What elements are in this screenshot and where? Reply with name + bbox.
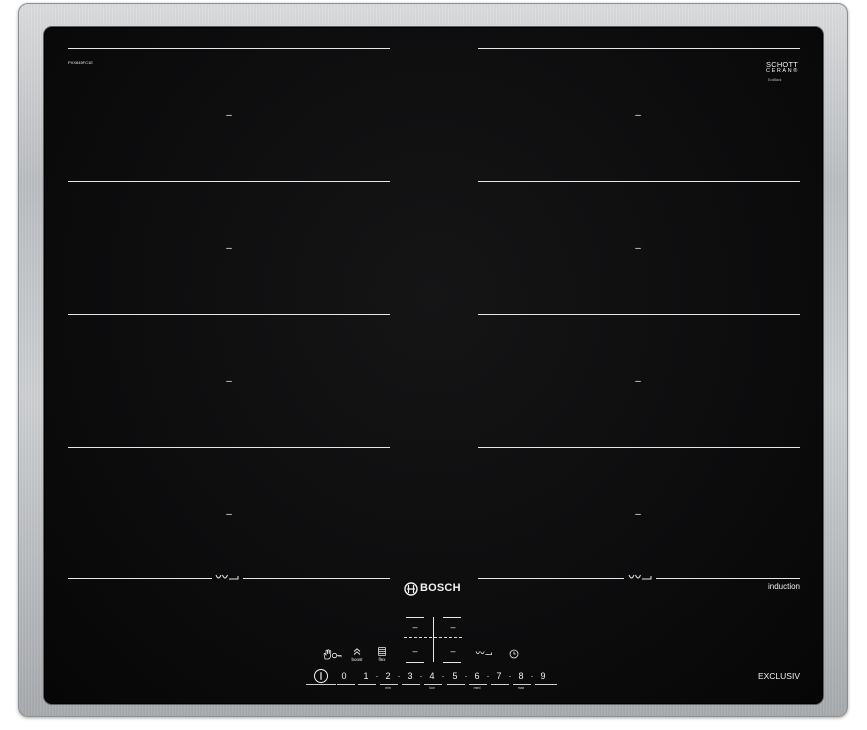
- flex-label: flex: [378, 657, 386, 662]
- cooking-zone-right-1[interactable]: –: [478, 48, 800, 181]
- zone-bottom-line: [243, 578, 390, 579]
- level-separator: ·: [508, 671, 512, 681]
- cooking-zone-right-4[interactable]: –: [478, 447, 800, 580]
- level-7-button[interactable]: 7: [494, 671, 504, 681]
- cooking-zone-left-1[interactable]: –: [68, 48, 390, 181]
- bosch-logo-icon: [404, 582, 418, 596]
- level-mark-2: min: [385, 686, 391, 690]
- level-0-button[interactable]: 0: [339, 671, 349, 681]
- slider-segment: [535, 684, 557, 685]
- zone-marker: –: [226, 509, 232, 520]
- boost-icon[interactable]: [353, 648, 361, 655]
- frying-sensor-icon[interactable]: [475, 651, 492, 657]
- level-2-button[interactable]: 2: [383, 671, 393, 681]
- level-5-button[interactable]: 5: [450, 671, 460, 681]
- display-segment-line: [406, 662, 424, 663]
- cooking-zone-right-3[interactable]: –: [478, 314, 800, 447]
- level-8-button[interactable]: 8: [516, 671, 526, 681]
- level-3-button[interactable]: 3: [405, 671, 415, 681]
- cooktop-photo: PXX645FC1E SCHOTT CERAN® EcoBlack – – – …: [0, 0, 867, 730]
- zone-line: [68, 314, 390, 315]
- series-label: EXCLUSIV: [757, 671, 800, 681]
- power-icon[interactable]: [313, 668, 329, 684]
- zone-line: [68, 447, 390, 448]
- cooking-zone-left-2[interactable]: –: [68, 181, 390, 314]
- technology-label: induction: [767, 582, 800, 591]
- zone-bottom-line: [68, 578, 212, 579]
- power-level-display: – – – –: [404, 617, 462, 663]
- slider-segment: [491, 684, 509, 685]
- pan-size-icon: [628, 574, 652, 580]
- level-separator: ·: [375, 671, 379, 681]
- zone-marker: –: [635, 509, 641, 520]
- slider-segment: [513, 684, 531, 685]
- cooking-zone-left-3[interactable]: –: [68, 314, 390, 447]
- zone-marker: –: [226, 110, 232, 121]
- level-mark-6: med: [473, 686, 481, 690]
- level-separator: ·: [530, 671, 534, 681]
- zone-bottom-line: [656, 578, 800, 579]
- slider-segment: [380, 684, 398, 685]
- slider-segment: [358, 684, 376, 685]
- slider-segment: [337, 684, 355, 685]
- zone-marker: –: [226, 243, 232, 254]
- zone-marker: –: [226, 376, 232, 387]
- slider-segment: [469, 684, 487, 685]
- cooking-zone-left-4[interactable]: –: [68, 447, 390, 580]
- level-separator: ·: [419, 671, 423, 681]
- zone-marker: –: [635, 110, 641, 121]
- boost-label: boost: [351, 657, 363, 662]
- wipe-protection-icon[interactable]: [323, 649, 343, 660]
- level-mark-4: low: [429, 686, 435, 690]
- brand-wordmark: BOSCH: [420, 582, 461, 594]
- pan-size-icon: [215, 574, 239, 580]
- zone-line: [68, 48, 390, 49]
- level-separator: ·: [464, 671, 468, 681]
- slider-segment: [306, 684, 336, 685]
- level-separator: ·: [441, 671, 445, 681]
- display-top-right: –: [450, 622, 456, 632]
- zone-line: [478, 181, 800, 182]
- level-9-button[interactable]: 9: [538, 671, 548, 681]
- display-bottom-right: –: [450, 646, 456, 656]
- display-bottom-left: –: [412, 646, 418, 656]
- slider-segment: [447, 684, 465, 685]
- zone-line: [478, 48, 800, 49]
- display-top-left: –: [412, 622, 418, 632]
- display-segment-line: [406, 617, 424, 618]
- level-separator: ·: [486, 671, 490, 681]
- zone-line: [68, 181, 390, 182]
- display-center-line: [432, 617, 434, 662]
- zone-marker: –: [635, 243, 641, 254]
- timer-clock-icon[interactable]: [509, 649, 519, 659]
- level-6-button[interactable]: 6: [472, 671, 482, 681]
- zone-bottom-line: [478, 578, 624, 579]
- zone-marker: –: [635, 376, 641, 387]
- cooking-zone-right-2[interactable]: –: [478, 181, 800, 314]
- zone-line: [478, 447, 800, 448]
- display-segment-line: [443, 617, 461, 618]
- level-1-button[interactable]: 1: [361, 671, 371, 681]
- flex-icon[interactable]: [378, 647, 386, 656]
- level-separator: ·: [397, 671, 401, 681]
- display-segment-line: [443, 662, 461, 663]
- slider-segment: [402, 684, 420, 685]
- slider-segment: [424, 684, 442, 685]
- level-4-button[interactable]: 4: [427, 671, 437, 681]
- zone-line: [478, 314, 800, 315]
- level-mark-8: max: [517, 686, 525, 690]
